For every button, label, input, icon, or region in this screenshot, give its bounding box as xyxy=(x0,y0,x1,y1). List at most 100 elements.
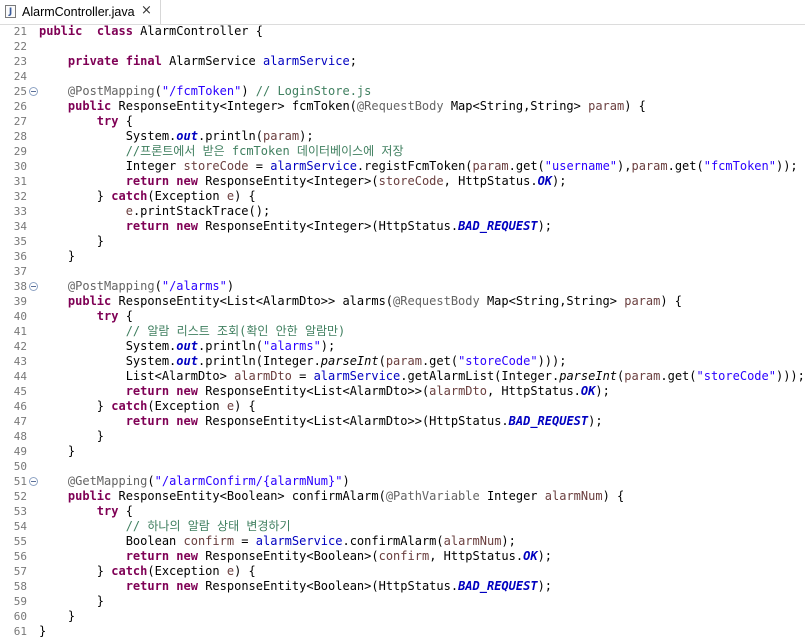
code-line[interactable]: 22 xyxy=(0,39,805,54)
code-line[interactable]: 38 @PostMapping("/alarms") xyxy=(0,279,805,294)
code-line[interactable]: 56 return new ResponseEntity<Boolean>(co… xyxy=(0,549,805,564)
code-line[interactable]: 32 } catch(Exception e) { xyxy=(0,189,805,204)
code-line[interactable]: 24 xyxy=(0,69,805,84)
code-text[interactable]: return new ResponseEntity<List<AlarmDto>… xyxy=(39,384,610,399)
code-token: storeCode xyxy=(183,159,249,173)
code-line[interactable]: 59 } xyxy=(0,594,805,609)
code-line[interactable]: 33 e.printStackTrace(); xyxy=(0,204,805,219)
code-text[interactable]: private final AlarmService alarmService; xyxy=(39,54,357,69)
line-number: 30 xyxy=(13,160,27,173)
code-line[interactable]: 30 Integer storeCode = alarmService.regi… xyxy=(0,159,805,174)
code-text[interactable]: public ResponseEntity<List<AlarmDto>> al… xyxy=(39,294,682,309)
code-token: ( xyxy=(378,354,386,368)
code-text[interactable]: System.out.println("alarms"); xyxy=(39,339,336,354)
code-line[interactable]: 40 try { xyxy=(0,309,805,324)
code-token: .getAlarmList(Integer. xyxy=(400,369,560,383)
code-text[interactable]: return new ResponseEntity<Integer>(store… xyxy=(39,174,567,189)
code-token: catch xyxy=(111,564,148,578)
fold-toggle-icon[interactable] xyxy=(29,477,38,486)
code-token: OK xyxy=(580,384,596,398)
code-text[interactable]: return new ResponseEntity<Boolean>(confi… xyxy=(39,549,552,564)
code-line[interactable]: 60 } xyxy=(0,609,805,624)
tab-alarm-controller[interactable]: J AlarmController.java × xyxy=(0,0,161,24)
code-text[interactable]: e.printStackTrace(); xyxy=(39,204,271,219)
code-text[interactable]: try { xyxy=(39,309,133,324)
code-line[interactable]: 43 System.out.println(Integer.parseInt(p… xyxy=(0,354,805,369)
code-line[interactable]: 37 xyxy=(0,264,805,279)
line-number: 44 xyxy=(13,370,27,383)
code-text[interactable]: // 알람 리스트 조회(확인 안한 알람만) xyxy=(39,324,346,339)
code-line[interactable]: 48 } xyxy=(0,429,805,444)
code-line[interactable]: 50 xyxy=(0,459,805,474)
code-line[interactable]: 21 public class AlarmController { xyxy=(0,24,805,39)
code-text[interactable]: } xyxy=(39,249,75,264)
code-text[interactable]: System.out.println(param); xyxy=(39,129,314,144)
code-text[interactable]: @GetMapping("/alarmConfirm/{alarmNum}") xyxy=(39,474,350,489)
code-token: //프론트에서 받은 fcmToken 데이터베이스에 저장 xyxy=(125,144,404,158)
code-editor[interactable]: 21 public class AlarmController {22 23 pri… xyxy=(0,24,805,641)
code-line[interactable]: 57 } catch(Exception e) { xyxy=(0,564,805,579)
code-line[interactable]: 61} xyxy=(0,624,805,639)
code-line[interactable]: 31 return new ResponseEntity<Integer>(st… xyxy=(0,174,805,189)
code-token: new xyxy=(176,384,198,398)
code-line[interactable]: 27 try { xyxy=(0,114,805,129)
code-text[interactable]: return new ResponseEntity<List<AlarmDto>… xyxy=(39,414,603,429)
code-text[interactable]: return new ResponseEntity<Boolean>(HttpS… xyxy=(39,579,552,594)
code-text[interactable]: return new ResponseEntity<Integer>(HttpS… xyxy=(39,219,552,234)
code-text[interactable]: } catch(Exception e) { xyxy=(39,189,256,204)
code-text[interactable]: @PostMapping("/alarms") xyxy=(39,279,234,294)
code-text[interactable]: Boolean confirm = alarmService.confirmAl… xyxy=(39,534,516,549)
code-line[interactable]: 55 Boolean confirm = alarmService.confir… xyxy=(0,534,805,549)
code-text[interactable]: System.out.println(Integer.parseInt(para… xyxy=(39,354,567,369)
code-text[interactable]: } xyxy=(39,444,75,459)
code-text[interactable]: public class AlarmController { xyxy=(39,24,263,39)
code-text[interactable]: } xyxy=(39,594,104,609)
code-text[interactable]: //프론트에서 받은 fcmToken 데이터베이스에 저장 xyxy=(39,144,404,159)
code-text[interactable]: } catch(Exception e) { xyxy=(39,399,256,414)
code-line[interactable]: 36 } xyxy=(0,249,805,264)
code-line[interactable]: 45 return new ResponseEntity<List<AlarmD… xyxy=(0,384,805,399)
code-line[interactable]: 53 try { xyxy=(0,504,805,519)
code-text[interactable]: } xyxy=(39,624,46,639)
code-line[interactable]: 23 private final AlarmService alarmServi… xyxy=(0,54,805,69)
code-line[interactable]: 52 public ResponseEntity<Boolean> confir… xyxy=(0,489,805,504)
code-line[interactable]: 29 //프론트에서 받은 fcmToken 데이터베이스에 저장 xyxy=(0,144,805,159)
code-line[interactable]: 34 return new ResponseEntity<Integer>(Ht… xyxy=(0,219,805,234)
code-token: final xyxy=(125,54,162,68)
code-text[interactable]: } catch(Exception e) { xyxy=(39,564,256,579)
code-text[interactable]: public ResponseEntity<Boolean> confirmAl… xyxy=(39,489,624,504)
code-line[interactable]: 49 } xyxy=(0,444,805,459)
code-line[interactable]: 28 System.out.println(param); xyxy=(0,129,805,144)
code-line[interactable]: 39 public ResponseEntity<List<AlarmDto>>… xyxy=(0,294,805,309)
code-line[interactable]: 35 } xyxy=(0,234,805,249)
code-text[interactable]: } xyxy=(39,234,104,249)
line-number: 46 xyxy=(13,400,27,413)
fold-toggle-icon[interactable] xyxy=(29,87,38,96)
code-text[interactable]: try { xyxy=(39,114,133,129)
code-line[interactable]: 47 return new ResponseEntity<List<AlarmD… xyxy=(0,414,805,429)
code-line[interactable]: 44 List<AlarmDto> alarmDto = alarmServic… xyxy=(0,369,805,384)
code-text[interactable]: public ResponseEntity<Integer> fcmToken(… xyxy=(39,99,646,114)
code-token: ))); xyxy=(537,354,567,368)
close-icon[interactable]: × xyxy=(141,3,152,18)
code-text[interactable]: try { xyxy=(39,504,133,519)
code-text[interactable]: @PostMapping("/fcmToken") // LoginStore.… xyxy=(39,84,371,99)
code-line[interactable]: 41 // 알람 리스트 조회(확인 안한 알람만) xyxy=(0,324,805,339)
code-line[interactable]: 42 System.out.println("alarms"); xyxy=(0,339,805,354)
code-line[interactable]: 25 @PostMapping("/fcmToken") // LoginSto… xyxy=(0,84,805,99)
code-text[interactable]: } xyxy=(39,609,75,624)
tab-title[interactable]: AlarmController.java xyxy=(22,5,135,19)
code-line[interactable]: 51 @GetMapping("/alarmConfirm/{alarmNum}… xyxy=(0,474,805,489)
code-text[interactable]: // 하나의 알람 상태 변경하기 xyxy=(39,519,291,534)
code-text[interactable]: Integer storeCode = alarmService.registF… xyxy=(39,159,798,174)
fold-toggle-icon[interactable] xyxy=(29,282,38,291)
code-line[interactable]: 54 // 하나의 알람 상태 변경하기 xyxy=(0,519,805,534)
code-token: alarmDto xyxy=(234,369,292,383)
code-text[interactable]: List<AlarmDto> alarmDto = alarmService.g… xyxy=(39,369,805,384)
code-text[interactable]: } xyxy=(39,429,104,444)
code-line[interactable]: 58 return new ResponseEntity<Boolean>(Ht… xyxy=(0,579,805,594)
code-line[interactable]: 46 } catch(Exception e) { xyxy=(0,399,805,414)
code-line[interactable]: 26 public ResponseEntity<Integer> fcmTok… xyxy=(0,99,805,114)
